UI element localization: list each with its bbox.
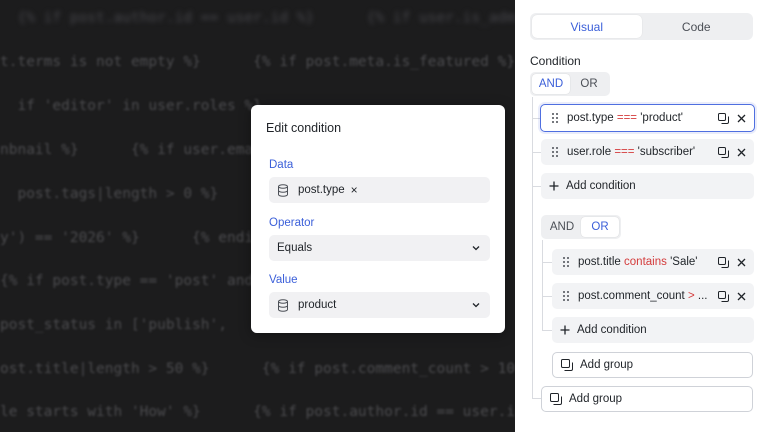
add-group-label: Add group: [580, 359, 634, 371]
remove-token-button[interactable]: ×: [351, 183, 358, 197]
drag-handle-icon[interactable]: [551, 112, 559, 124]
value-label: Value: [269, 274, 298, 286]
duplicate-icon[interactable]: [718, 256, 729, 268]
add-group-label: Add group: [569, 393, 623, 405]
group-icon: [550, 393, 562, 405]
add-group-button[interactable]: Add group: [541, 386, 753, 412]
condition-expression: post.type === 'product': [567, 112, 683, 124]
tree-line: [542, 240, 543, 331]
drag-handle-icon[interactable]: [551, 146, 559, 158]
add-condition-button[interactable]: Add condition: [541, 173, 754, 199]
add-condition-label: Add condition: [577, 324, 647, 336]
database-icon: [277, 298, 289, 312]
tree-line: [542, 296, 552, 297]
delete-icon[interactable]: [737, 258, 746, 267]
tree-line: [532, 398, 541, 399]
operator-select[interactable]: Equals: [269, 235, 490, 261]
operator-value: Equals: [277, 242, 313, 254]
condition-expression: user.role === 'subscriber': [567, 146, 696, 158]
code-line: t.terms is not empty %} {% if post.meta.…: [0, 54, 515, 70]
add-condition-label: Add condition: [566, 180, 636, 192]
code-line: post_status in ['publish',: [0, 317, 227, 333]
delete-icon[interactable]: [737, 148, 746, 157]
condition-heading: Condition: [530, 54, 581, 68]
add-group-button[interactable]: Add group: [552, 352, 753, 378]
data-token: post.type: [298, 184, 345, 196]
add-condition-button[interactable]: Add condition: [552, 317, 754, 343]
code-line: ost.title|length > 50 %} {% if post.comm…: [0, 361, 515, 377]
tree-line: [532, 97, 533, 398]
plus-icon: [560, 325, 570, 335]
tab-visual[interactable]: Visual: [532, 15, 642, 38]
duplicate-icon[interactable]: [718, 290, 729, 302]
and-toggle-button[interactable]: AND: [532, 74, 570, 94]
condition-expression: post.comment_count > ...: [578, 290, 708, 302]
code-line: if 'editor' in user.roles %}: [0, 98, 262, 114]
drag-handle-icon[interactable]: [562, 290, 570, 302]
condition-builder-panel: Visual Code Condition AND OR post.type =…: [515, 0, 768, 432]
and-toggle-button[interactable]: AND: [543, 217, 581, 237]
tree-line: [532, 152, 541, 153]
condition-row[interactable]: post.comment_count > ...: [552, 283, 754, 309]
data-field[interactable]: post.type ×: [269, 177, 490, 203]
condition-row[interactable]: post.title contains 'Sale': [552, 249, 754, 275]
group-icon: [561, 359, 573, 371]
database-icon: [277, 183, 289, 197]
or-toggle-button[interactable]: OR: [570, 74, 608, 94]
code-line: {% if post.type == 'post' and: [0, 273, 254, 289]
condition-row[interactable]: user.role === 'subscriber': [541, 139, 754, 165]
plus-icon: [549, 181, 559, 191]
code-line: post.tags|length > 0 %}: [0, 186, 219, 202]
code-line: y') == '2026' %} {% endif %}: [0, 230, 289, 246]
tab-code[interactable]: Code: [642, 15, 752, 38]
mode-switch: Visual Code: [530, 13, 753, 40]
data-label: Data: [269, 159, 294, 171]
group2-logic-toggle: AND OR: [541, 215, 621, 239]
value-value: product: [298, 299, 337, 311]
chevron-down-icon: [471, 300, 481, 310]
duplicate-icon[interactable]: [718, 146, 729, 158]
code-line: le starts with 'How' %} {% if post.autho…: [0, 404, 515, 420]
modal-title: Edit condition: [266, 121, 342, 135]
condition-expression: post.title contains 'Sale': [578, 256, 698, 268]
tree-line: [542, 262, 552, 263]
code-line: {% if post.author.id == user.id %} {% if…: [0, 10, 515, 26]
drag-handle-icon[interactable]: [562, 256, 570, 268]
chevron-down-icon: [471, 243, 481, 253]
delete-icon[interactable]: [737, 114, 746, 123]
duplicate-icon[interactable]: [718, 112, 729, 124]
delete-icon[interactable]: [737, 292, 746, 301]
group1-logic-toggle: AND OR: [530, 72, 610, 96]
value-select[interactable]: product: [269, 292, 490, 318]
operator-label: Operator: [269, 217, 315, 229]
condition-row[interactable]: post.type === 'product': [540, 104, 755, 132]
or-toggle-button[interactable]: OR: [581, 217, 619, 237]
tree-line: [542, 330, 552, 331]
edit-condition-modal: Edit condition Data post.type × Operator…: [251, 105, 505, 333]
tree-line: [532, 186, 541, 187]
